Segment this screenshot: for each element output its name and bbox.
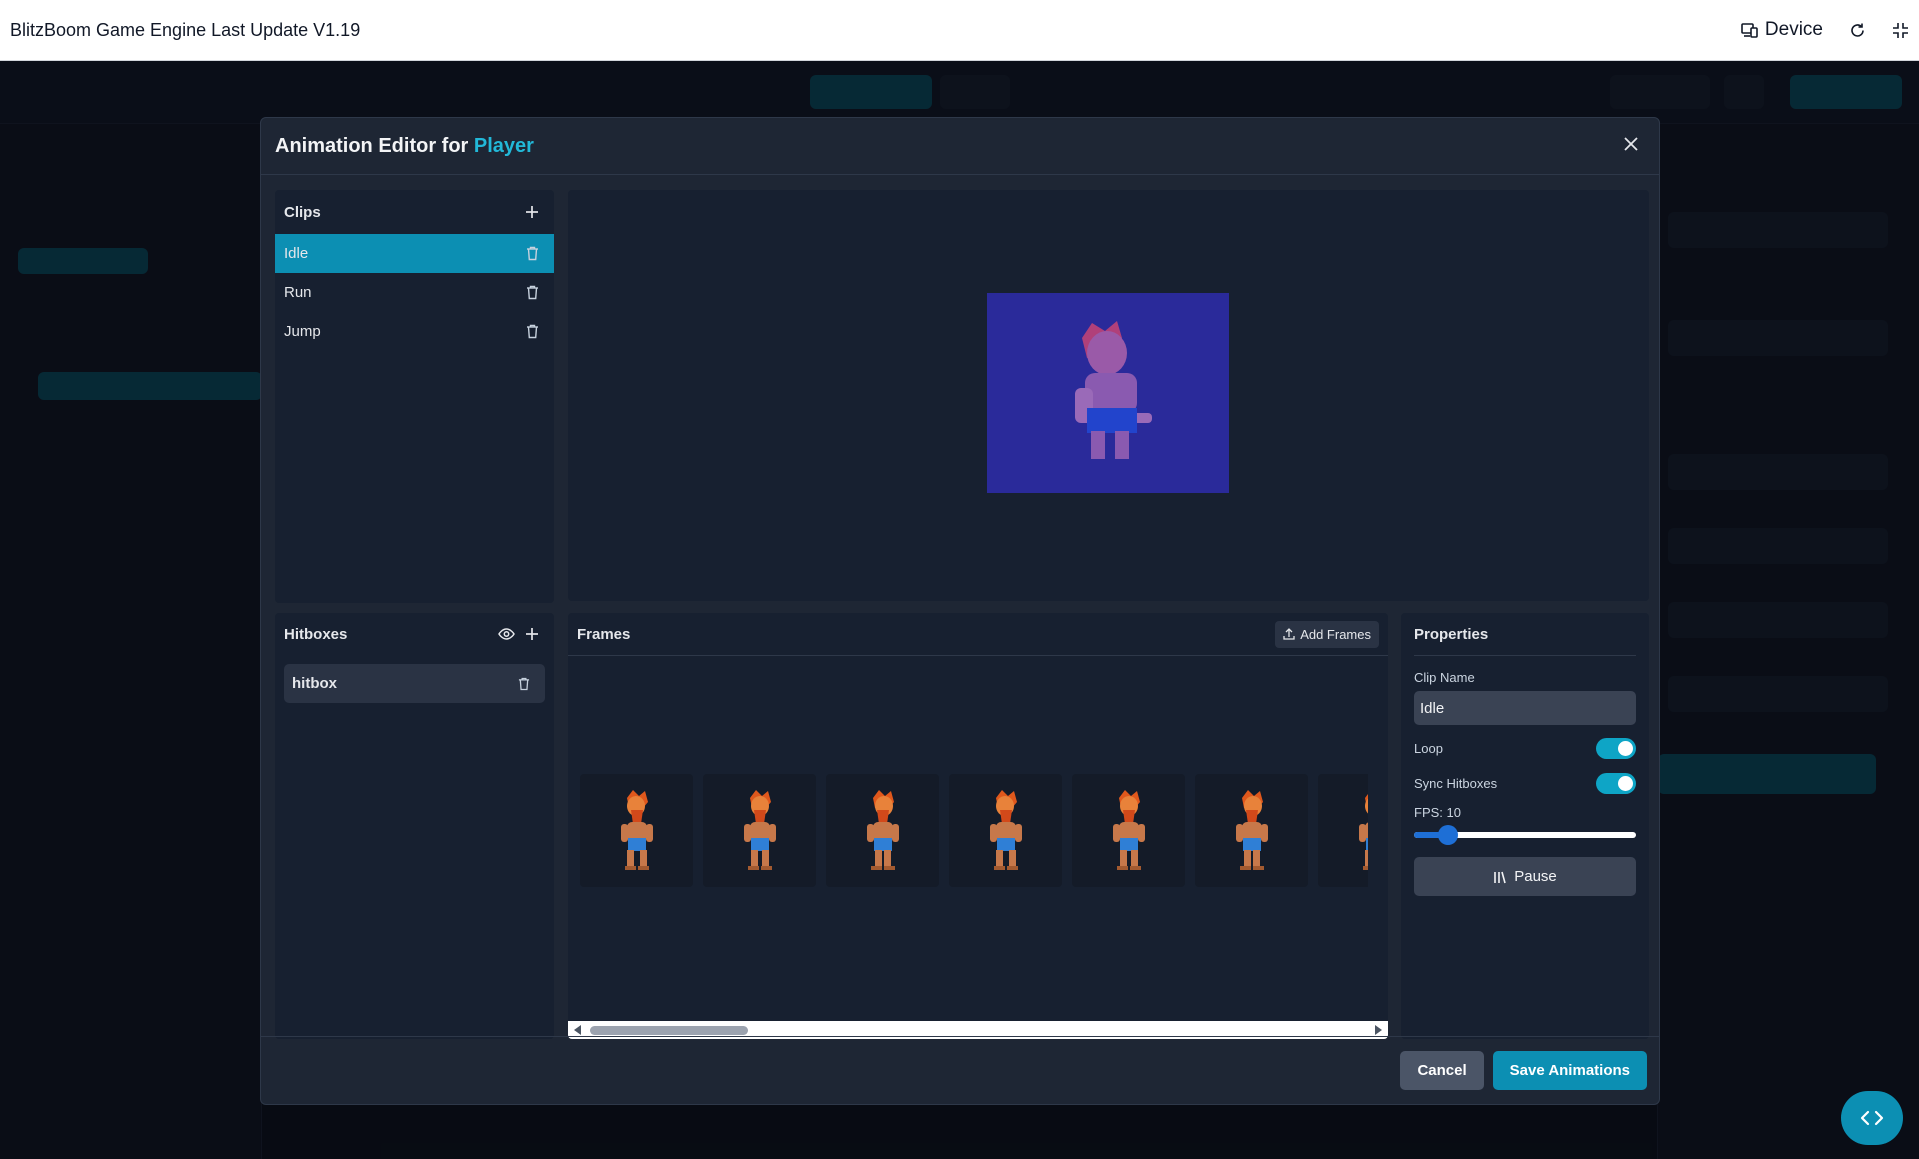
fps-label: FPS: 10 — [1414, 805, 1461, 820]
caveman-frame-icon — [743, 789, 776, 870]
add-hitbox-button[interactable] — [519, 621, 545, 647]
delete-clip-button[interactable] — [519, 280, 545, 306]
plus-icon — [526, 628, 538, 640]
frame-thumbnail[interactable] — [826, 774, 939, 887]
caveman-frame-icon — [1235, 789, 1268, 870]
frame-thumbnail[interactable] — [1195, 774, 1308, 887]
pause-label: Pause — [1514, 868, 1557, 885]
add-frames-label: Add Frames — [1300, 626, 1371, 642]
frames-panel: Frames Add Frames — [568, 613, 1388, 1039]
code-view-button[interactable] — [1841, 1091, 1903, 1145]
preview-sprite — [987, 293, 1229, 493]
hitboxes-panel: Hitboxes hitbox — [275, 613, 554, 1039]
modal-header: Animation Editor for Player — [261, 118, 1659, 175]
code-icon — [1860, 1110, 1884, 1126]
delete-hitbox-button[interactable] — [511, 671, 537, 697]
scroll-right-icon[interactable] — [1375, 1025, 1382, 1035]
properties-heading: Properties — [1414, 625, 1489, 643]
frames-header: Frames Add Frames — [568, 613, 1388, 656]
frames-strip — [580, 774, 1368, 888]
fullscreen-icon[interactable] — [1892, 22, 1909, 39]
close-button[interactable] — [1617, 132, 1645, 160]
trash-icon — [526, 324, 538, 339]
refresh-icon[interactable] — [1849, 22, 1866, 39]
cancel-button[interactable]: Cancel — [1400, 1051, 1484, 1090]
loop-toggle[interactable] — [1596, 738, 1636, 759]
device-icon — [1741, 22, 1758, 38]
hitboxes-header: Hitboxes — [275, 613, 554, 655]
pause-button[interactable]: Pause — [1414, 857, 1636, 896]
frame-thumbnail[interactable] — [580, 774, 693, 887]
trash-icon — [526, 246, 538, 261]
loop-label: Loop — [1414, 741, 1443, 756]
app-titlebar: BlitzBoom Game Engine Last Update V1.19 … — [0, 0, 1919, 61]
properties-header: Properties — [1414, 613, 1636, 656]
clip-item-idle[interactable]: Idle — [275, 234, 554, 273]
sync-hitboxes-label: Sync Hitboxes — [1414, 776, 1498, 791]
trash-icon — [526, 285, 538, 300]
save-animations-button[interactable]: Save Animations — [1492, 1051, 1647, 1090]
loop-row: Loop — [1414, 731, 1636, 766]
scroll-left-icon[interactable] — [574, 1025, 581, 1035]
add-clip-button[interactable] — [519, 199, 545, 225]
modal-footer: Cancel Save Animations — [261, 1036, 1659, 1104]
pause-icon — [1494, 871, 1506, 883]
frames-heading: Frames — [577, 625, 631, 643]
hitbox-item[interactable]: hitbox — [284, 664, 545, 703]
clip-item-jump[interactable]: Jump — [275, 312, 554, 351]
trash-icon — [518, 677, 530, 690]
clips-header: Clips — [275, 190, 554, 234]
modal-title: Animation Editor for Player — [275, 135, 534, 158]
animation-preview — [568, 190, 1649, 601]
clip-label: Idle — [284, 245, 309, 262]
clips-panel: Clips Idle Run Jump — [275, 190, 554, 603]
caveman-frame-icon — [1358, 792, 1368, 870]
properties-panel: Properties Clip Name Loop Sync Hitboxes … — [1401, 613, 1649, 1039]
delete-clip-button[interactable] — [519, 241, 545, 267]
caveman-sprite-icon — [987, 293, 1229, 493]
app-title: BlitzBoom Game Engine Last Update V1.19 — [10, 19, 361, 40]
sync-hitboxes-toggle[interactable] — [1596, 773, 1636, 794]
add-frames-button[interactable]: Add Frames — [1275, 620, 1379, 648]
scrollbar-thumb[interactable] — [590, 1026, 748, 1035]
close-icon — [1623, 136, 1639, 157]
caveman-frame-icon — [620, 789, 653, 870]
clips-heading: Clips — [284, 203, 321, 221]
frame-thumbnail[interactable] — [949, 774, 1062, 887]
caveman-frame-icon — [866, 789, 899, 870]
fps-slider[interactable] — [1414, 824, 1636, 846]
eye-icon — [497, 628, 515, 640]
clip-name-input[interactable] — [1414, 691, 1636, 725]
device-label: Device — [1764, 19, 1823, 40]
clip-item-run[interactable]: Run — [275, 273, 554, 312]
frame-thumbnail[interactable] — [1072, 774, 1185, 887]
toggle-hitbox-visibility-button[interactable] — [493, 621, 519, 647]
fps-slider-knob[interactable] — [1437, 825, 1458, 845]
hitboxes-heading: Hitboxes — [284, 625, 348, 643]
plus-icon — [526, 206, 538, 218]
hitbox-label: hitbox — [292, 675, 337, 692]
modal-title-object: Player — [473, 134, 534, 157]
sync-hitboxes-row: Sync Hitboxes — [1414, 766, 1636, 801]
animation-editor-modal: Animation Editor for Player Clips Idle R… — [260, 117, 1660, 1105]
caveman-frame-icon — [1112, 789, 1145, 870]
frame-thumbnail[interactable] — [1318, 774, 1368, 887]
modal-title-prefix: Animation Editor for — [275, 134, 469, 157]
clip-label: Jump — [284, 323, 321, 340]
caveman-frame-icon — [989, 789, 1022, 870]
frame-thumbnail[interactable] — [703, 774, 816, 887]
delete-clip-button[interactable] — [519, 319, 545, 345]
upload-icon — [1283, 628, 1295, 640]
clip-label: Run — [284, 284, 312, 301]
clip-name-label: Clip Name — [1414, 670, 1475, 685]
clips-list: Idle Run Jump — [275, 234, 554, 351]
device-button[interactable]: Device — [1741, 19, 1823, 41]
